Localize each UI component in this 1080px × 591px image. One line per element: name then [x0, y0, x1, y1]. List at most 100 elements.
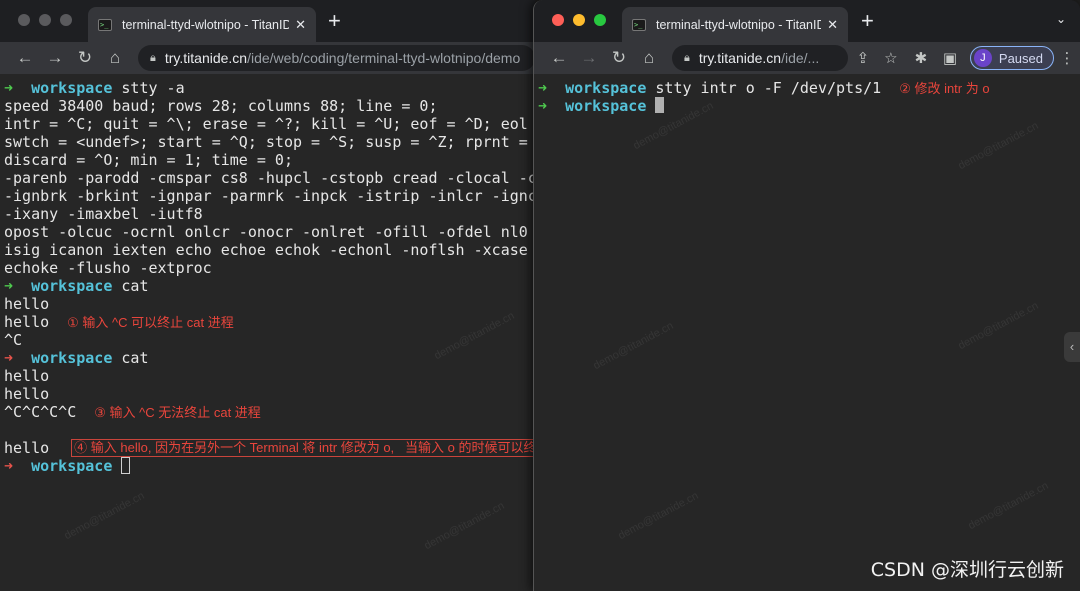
terminal-line: hello — [4, 295, 535, 313]
terminal-line: ➜ workspace cat — [4, 277, 535, 295]
forward-button[interactable]: → — [574, 48, 604, 68]
url-text: try.titanide.cn/ide/... — [698, 50, 820, 66]
prompt-directory: workspace — [31, 277, 113, 295]
terminal-output[interactable]: ➜ workspace stty intr o -F /dev/pts/1 ② 修… — [534, 74, 1080, 591]
terminal-text: hello — [4, 313, 50, 331]
prompt-arrow-icon: ➜ — [538, 79, 548, 97]
terminal-line: hello — [4, 385, 535, 403]
address-bar[interactable]: 🔒︎ try.titanide.cn/ide/... — [672, 45, 848, 71]
tab-title: terminal-ttyd-wlotnipo - TitanIDE — [656, 17, 822, 32]
terminal-line: opost -olcuc -ocrnl onlcr -onocr -onlret… — [4, 223, 535, 241]
minimize-window-button[interactable] — [573, 14, 585, 26]
terminal-text: stty intr o -F /dev/pts/1 — [646, 79, 882, 97]
annotation-note: ② 修改 intr 为 o — [899, 81, 990, 96]
terminal-text: cat — [112, 349, 149, 367]
prompt-arrow-icon: ➜ — [4, 277, 14, 295]
reload-button[interactable]: ↻ — [604, 48, 634, 68]
terminal-line: ^C — [4, 331, 535, 349]
avatar: J — [973, 49, 992, 67]
terminal-line: hello ① 输入 ^C 可以终止 cat 进程 — [4, 313, 535, 331]
terminal-line: ^C^C^C^C ③ 输入 ^C 无法终止 cat 进程 — [4, 403, 535, 421]
prompt-arrow-icon: ➜ — [538, 97, 548, 115]
terminal-line: ➜ workspace cat — [4, 349, 535, 367]
terminal-text: stty -a — [112, 79, 185, 97]
window-controls — [552, 14, 606, 26]
side-panel-handle[interactable]: ‹ — [1064, 332, 1080, 362]
window-controls — [18, 14, 72, 26]
profile-button[interactable]: J Paused — [969, 46, 1054, 70]
annotation-note: ③ 输入 ^C 无法终止 cat 进程 — [94, 405, 261, 420]
extensions-icon[interactable]: ✱ — [904, 49, 938, 67]
address-bar[interactable]: 🔒︎ try.titanide.cn/ide/web/coding/termin… — [138, 45, 535, 71]
tab-terminal[interactable]: >_ terminal-ttyd-wlotnipo - TitanIDE ✕ — [88, 7, 316, 42]
close-window-button[interactable] — [18, 14, 30, 26]
terminal-text: opost -olcuc -ocrnl onlcr -onocr -onlret… — [4, 223, 528, 241]
new-tab-button[interactable]: + — [328, 10, 341, 32]
terminal-text: discard = ^O; min = 1; time = 0; — [4, 151, 293, 169]
minimize-window-button[interactable] — [39, 14, 51, 26]
right-browser-window: >_ terminal-ttyd-wlotnipo - TitanIDE ✕ +… — [533, 0, 1080, 591]
terminal-text: -ignbrk -brkint -ignpar -parmrk -inpck -… — [4, 187, 535, 205]
url-text: try.titanide.cn/ide/web/coding/terminal-… — [164, 50, 521, 66]
lock-icon: 🔒︎ — [684, 51, 690, 64]
prompt-directory: workspace — [565, 97, 647, 115]
tab-strip: >_ terminal-ttyd-wlotnipo - TitanIDE ✕ + — [0, 0, 535, 42]
terminal-line: hello ④ 输入 hello, 因为在另外一个 Terminal 将 intr… — [4, 439, 535, 457]
lock-icon: 🔒︎ — [150, 51, 156, 64]
terminal-text: -parenb -parodd -cmspar cs8 -hupcl -csto… — [4, 169, 535, 187]
back-button[interactable]: ← — [10, 48, 40, 68]
terminal-line: ➜ workspace — [4, 457, 535, 475]
close-window-button[interactable] — [552, 14, 564, 26]
zoom-window-button[interactable] — [60, 14, 72, 26]
home-button[interactable]: ⌂ — [100, 48, 130, 68]
terminal-text: speed 38400 baud; rows 28; columns 88; l… — [4, 97, 438, 115]
prompt-directory: workspace — [31, 79, 113, 97]
share-icon[interactable]: ⇪ — [848, 49, 878, 67]
terminal-line: discard = ^O; min = 1; time = 0; — [4, 151, 535, 169]
terminal-output[interactable]: ➜ workspace stty -a speed 38400 baud; row… — [0, 74, 535, 591]
menu-icon[interactable]: ⋮ — [1054, 49, 1080, 67]
prompt-directory: workspace — [31, 457, 113, 475]
zoom-window-button[interactable] — [594, 14, 606, 26]
terminal-line: hello — [4, 367, 535, 385]
side-panel-icon[interactable]: ▣ — [938, 49, 962, 67]
terminal-text: swtch = <undef>; start = ^Q; stop = ^S; … — [4, 133, 528, 151]
terminal-line: swtch = <undef>; start = ^Q; stop = ^S; … — [4, 133, 535, 151]
prompt-arrow-icon: ➜ — [4, 349, 14, 367]
profile-status: Paused — [998, 50, 1043, 66]
prompt-arrow-icon: ➜ — [4, 79, 14, 97]
star-icon[interactable]: ☆ — [878, 49, 904, 67]
close-tab-icon[interactable]: ✕ — [295, 17, 306, 33]
prompt-arrow-icon: ➜ — [4, 457, 14, 475]
browser-toolbar: ← → ↻ ⌂ 🔒︎ try.titanide.cn/ide/... ⇪ ☆ ✱… — [534, 42, 1080, 74]
reload-button[interactable]: ↻ — [70, 48, 100, 68]
terminal-favicon-icon: >_ — [632, 18, 646, 31]
tab-terminal[interactable]: >_ terminal-ttyd-wlotnipo - TitanIDE ✕ — [622, 7, 848, 42]
new-tab-button[interactable]: + — [861, 10, 874, 32]
back-button[interactable]: ← — [544, 48, 574, 68]
terminal-text: -ixany -imaxbel -iutf8 — [4, 205, 203, 223]
tab-strip: >_ terminal-ttyd-wlotnipo - TitanIDE ✕ +… — [534, 0, 1080, 42]
tab-title: terminal-ttyd-wlotnipo - TitanIDE — [122, 17, 290, 32]
csdn-watermark: CSDN @深圳行云创新 — [870, 559, 1064, 581]
tab-search-chevron-icon[interactable]: ⌄ — [1056, 12, 1066, 26]
home-button[interactable]: ⌂ — [634, 48, 664, 68]
terminal-text: hello — [4, 385, 50, 403]
terminal-text: ^C — [4, 331, 23, 349]
annotation-note: ① 输入 ^C 可以终止 cat 进程 — [67, 315, 234, 330]
terminal-line: ➜ workspace — [538, 97, 1080, 115]
terminal-cursor — [121, 457, 131, 474]
terminal-text: hello — [4, 295, 50, 313]
terminal-line: -ignbrk -brkint -ignpar -parmrk -inpck -… — [4, 187, 535, 205]
terminal-line: -parenb -parodd -cmspar cs8 -hupcl -csto… — [4, 169, 535, 187]
terminal-cursor — [655, 97, 665, 113]
prompt-directory: workspace — [565, 79, 647, 97]
forward-button[interactable]: → — [40, 48, 70, 68]
terminal-text: hello — [4, 367, 50, 385]
terminal-text: hello — [4, 439, 50, 457]
prompt-directory: workspace — [31, 349, 113, 367]
close-tab-icon[interactable]: ✕ — [827, 17, 838, 33]
terminal-line: isig icanon iexten echo echoe echok -ech… — [4, 241, 535, 259]
